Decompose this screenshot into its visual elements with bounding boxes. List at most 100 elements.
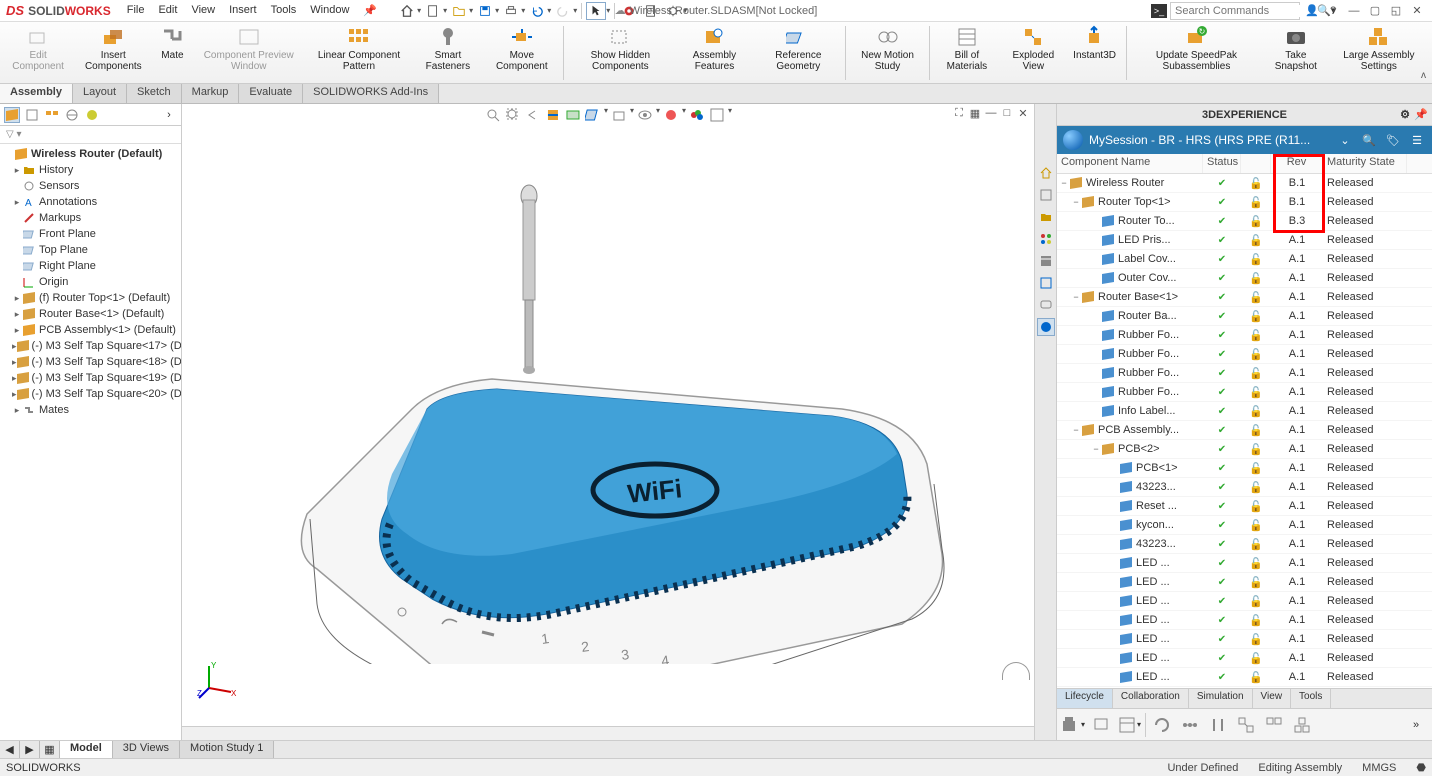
component-row[interactable]: Rubber Fo...✔🔓A.1Released bbox=[1057, 326, 1432, 345]
graphics-viewport[interactable]: ▾ ▾ ▾ ▾ ▾ ⛶ ▦ — □ ✕ bbox=[182, 104, 1034, 740]
pt-refresh-icon[interactable] bbox=[1150, 713, 1174, 737]
viewport-scrollbar-h[interactable] bbox=[182, 726, 1034, 740]
vp-viewport-icon[interactable]: ▦ bbox=[968, 106, 982, 120]
vp-maximize-icon[interactable]: □ bbox=[1000, 106, 1014, 120]
ribbon-reference-geometry[interactable]: Reference Geometry bbox=[756, 24, 841, 82]
minimize-icon[interactable]: — bbox=[1345, 2, 1363, 20]
tab-markup[interactable]: Markup bbox=[182, 84, 240, 103]
ribbon-bom[interactable]: Bill of Materials bbox=[934, 24, 999, 82]
menu-pin-icon[interactable]: 📌 bbox=[357, 2, 383, 19]
session-dropdown-icon[interactable]: ⌄ bbox=[1336, 131, 1354, 149]
session-menu-icon[interactable]: ☰ bbox=[1408, 131, 1426, 149]
component-row[interactable]: LED ...✔🔓A.1Released bbox=[1057, 611, 1432, 630]
tp-forum-icon[interactable] bbox=[1037, 296, 1055, 314]
ftree-item[interactable]: ▸(-) M3 Self Tap Square<17> (Default bbox=[0, 338, 181, 354]
ribbon-update-speedpak[interactable]: ↻Update SpeedPak Subassemblies bbox=[1131, 24, 1262, 82]
ribbon-show-hidden[interactable]: Show Hidden Components bbox=[568, 24, 673, 82]
tp-appearances-icon[interactable] bbox=[1037, 252, 1055, 270]
btab-motion[interactable]: Motion Study 1 bbox=[180, 741, 274, 758]
menu-file[interactable]: File bbox=[121, 2, 151, 19]
pt-lock-icon[interactable] bbox=[1089, 713, 1113, 737]
tp-custom-properties-icon[interactable] bbox=[1037, 274, 1055, 292]
component-row[interactable]: Outer Cov...✔🔓A.1Released bbox=[1057, 269, 1432, 288]
tab-assembly[interactable]: Assembly bbox=[0, 84, 73, 103]
pt-relations-3-icon[interactable] bbox=[1290, 713, 1314, 737]
close-icon[interactable]: ✕ bbox=[1408, 2, 1426, 20]
ribbon-smart-fasteners[interactable]: Smart Fasteners bbox=[413, 24, 483, 82]
pt-relations-2-icon[interactable] bbox=[1262, 713, 1286, 737]
component-row[interactable]: 43223...✔🔓A.1Released bbox=[1057, 535, 1432, 554]
ftree-expand-icon[interactable]: › bbox=[161, 107, 177, 123]
ftree-item[interactable]: ▸(f) Router Top<1> (Default) bbox=[0, 290, 181, 306]
ftree-item[interactable]: ▸PCB Assembly<1> (Default) bbox=[0, 322, 181, 338]
tab-sketch[interactable]: Sketch bbox=[127, 84, 182, 103]
component-row[interactable]: −PCB Assembly...✔🔓A.1Released bbox=[1057, 421, 1432, 440]
ptab-tools[interactable]: Tools bbox=[1291, 689, 1331, 708]
tab-addins[interactable]: SOLIDWORKS Add-Ins bbox=[303, 84, 439, 103]
ptab-simulation[interactable]: Simulation bbox=[1189, 689, 1253, 708]
print-icon[interactable] bbox=[501, 2, 521, 20]
component-row[interactable]: Rubber Fo...✔🔓A.1Released bbox=[1057, 364, 1432, 383]
help-icon[interactable]: ? bbox=[1324, 2, 1342, 20]
component-row[interactable]: kycon...✔🔓A.1Released bbox=[1057, 516, 1432, 535]
pt-revise-icon[interactable]: ▾ bbox=[1117, 713, 1141, 737]
status-units[interactable]: MMGS bbox=[1362, 762, 1396, 774]
orientation-triad[interactable]: Y X Z bbox=[197, 660, 237, 700]
save-icon[interactable] bbox=[475, 2, 495, 20]
tp-view-palette-icon[interactable] bbox=[1037, 230, 1055, 248]
pt-save-icon[interactable]: ▾ bbox=[1061, 713, 1085, 737]
ribbon-new-motion-study[interactable]: New Motion Study bbox=[850, 24, 926, 82]
ftree-item[interactable]: ▸History bbox=[0, 162, 181, 178]
previous-view-icon[interactable] bbox=[524, 106, 542, 124]
ribbon-large-assembly[interactable]: Large Assembly Settings bbox=[1330, 24, 1428, 82]
zoom-area-icon[interactable] bbox=[504, 106, 522, 124]
ftree-item[interactable]: ▸(-) M3 Self Tap Square<20> (Default bbox=[0, 386, 181, 402]
ribbon-edit-component[interactable]: Edit Component bbox=[4, 24, 72, 82]
header-maturity[interactable]: Maturity State bbox=[1323, 154, 1407, 173]
ftree-item[interactable]: Markups bbox=[0, 210, 181, 226]
session-search-icon[interactable]: 🔍 bbox=[1360, 131, 1378, 149]
ribbon-linear-pattern[interactable]: Linear Component Pattern bbox=[307, 24, 411, 82]
user-icon[interactable]: 👤 bbox=[1303, 2, 1321, 20]
search-input[interactable] bbox=[1175, 5, 1317, 17]
component-row[interactable]: −Router Base<1>✔🔓A.1Released bbox=[1057, 288, 1432, 307]
commands-icon[interactable]: >_ bbox=[1151, 4, 1167, 18]
section-view-icon[interactable] bbox=[544, 106, 562, 124]
configuration-manager-icon[interactable] bbox=[44, 107, 60, 123]
tp-file-explorer-icon[interactable] bbox=[1037, 208, 1055, 226]
vp-close-icon[interactable]: ✕ bbox=[1016, 106, 1030, 120]
tp-design-library-icon[interactable] bbox=[1037, 186, 1055, 204]
ftree-item[interactable]: ▸Router Base<1> (Default) bbox=[0, 306, 181, 322]
ribbon-component-preview[interactable]: Component Preview Window bbox=[192, 24, 305, 82]
undo-icon[interactable] bbox=[527, 2, 547, 20]
display-manager-icon[interactable] bbox=[84, 107, 100, 123]
status-custom-icon[interactable]: ⬣ bbox=[1416, 761, 1426, 774]
ribbon-move-component[interactable]: Move Component bbox=[485, 24, 559, 82]
component-row[interactable]: LED ...✔🔓A.1Released bbox=[1057, 573, 1432, 592]
3dx-settings-icon[interactable]: ⚙ bbox=[1400, 108, 1410, 121]
component-row[interactable]: LED ...✔🔓A.1Released bbox=[1057, 687, 1432, 688]
ftree-item[interactable]: Top Plane bbox=[0, 242, 181, 258]
edit-appearance-icon[interactable] bbox=[662, 106, 680, 124]
ptab-view[interactable]: View bbox=[1253, 689, 1292, 708]
ribbon-collapse-icon[interactable]: ʌ bbox=[1421, 70, 1426, 81]
bottom-nav-prev[interactable]: ◀ bbox=[0, 741, 20, 758]
header-rev[interactable]: Rev bbox=[1271, 154, 1323, 173]
ftree-item[interactable]: Origin bbox=[0, 274, 181, 290]
menu-edit[interactable]: Edit bbox=[152, 2, 183, 19]
ptab-lifecycle[interactable]: Lifecycle bbox=[1057, 689, 1113, 708]
3dx-pin-icon[interactable]: 📌 bbox=[1414, 108, 1428, 121]
tp-home-icon[interactable] bbox=[1037, 164, 1055, 182]
component-row[interactable]: Label Cov...✔🔓A.1Released bbox=[1057, 250, 1432, 269]
search-commands[interactable]: 🔍▾ bbox=[1170, 2, 1300, 20]
ftree-item[interactable]: ▸(-) M3 Self Tap Square<18> (Default bbox=[0, 354, 181, 370]
ftree-item[interactable]: ▸AAnnotations bbox=[0, 194, 181, 210]
component-row[interactable]: PCB<1>✔🔓A.1Released bbox=[1057, 459, 1432, 478]
ribbon-assembly-features[interactable]: Assembly Features bbox=[675, 24, 754, 82]
apply-scene-icon[interactable] bbox=[688, 106, 706, 124]
bottom-nav-next[interactable]: ▶ bbox=[20, 741, 40, 758]
session-tag-icon[interactable]: 🏷 bbox=[1384, 131, 1402, 149]
ftree-item[interactable]: Front Plane bbox=[0, 226, 181, 242]
feature-manager-icon[interactable] bbox=[4, 107, 20, 123]
dynamic-annotation-icon[interactable] bbox=[564, 106, 582, 124]
